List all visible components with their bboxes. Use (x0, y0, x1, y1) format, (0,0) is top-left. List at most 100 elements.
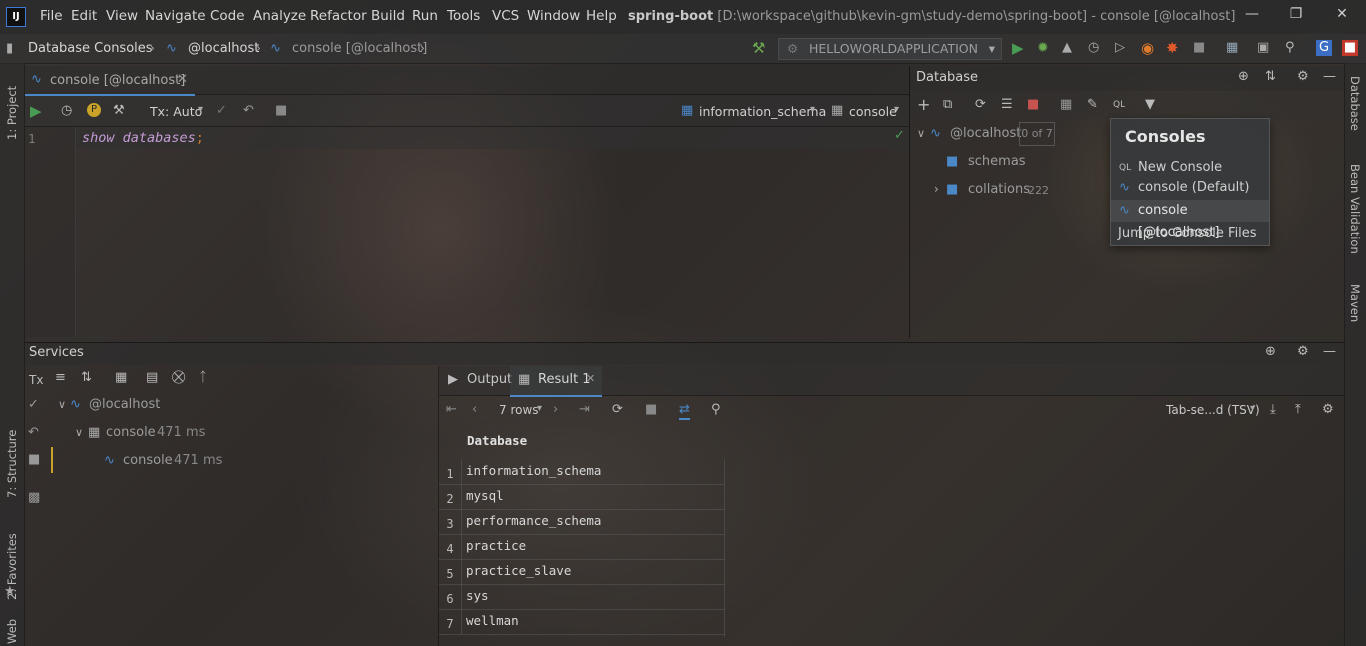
reload-icon[interactable]: ⟳ (612, 402, 623, 418)
add-service-icon[interactable]: ᛏ (199, 370, 207, 386)
download-icon[interactable]: ⤓ (1270, 402, 1276, 418)
menu-run[interactable]: Run (412, 8, 438, 24)
locate-icon[interactable]: ⊕ (1238, 69, 1249, 85)
menu-refactor[interactable]: Refactor (310, 8, 367, 24)
rollback-icon[interactable]: ↶ (28, 425, 39, 441)
menu-vcs[interactable]: VCS (492, 8, 519, 24)
table-cell[interactable]: practice (466, 534, 526, 558)
tree-node-collations[interactable]: collations (968, 182, 1030, 197)
jrebel-run-icon[interactable]: ◉ (1141, 40, 1154, 56)
transaction-mode-select[interactable]: Tx: Auto (150, 104, 202, 119)
structure-tool-window-tab[interactable]: 7: Structure (5, 420, 19, 498)
new-service-icon[interactable]: ▤ (146, 370, 158, 386)
run-configuration-select[interactable]: ⚙ HELLOWORLDAPPLICATION ▾ (778, 38, 1002, 60)
filter-tree-icon[interactable]: ⛒ (172, 370, 185, 386)
menu-code[interactable]: Code (210, 8, 245, 24)
history-icon[interactable]: ◷ (61, 103, 72, 119)
table-cell[interactable]: mysql (466, 484, 504, 508)
menu-file[interactable]: File (40, 8, 63, 24)
minimize-icon[interactable]: — (1242, 6, 1262, 26)
database-tool-window-tab[interactable]: Database (1348, 76, 1362, 142)
table-cell[interactable]: sys (466, 584, 489, 608)
menu-analyze[interactable]: Analyze (253, 8, 306, 24)
editor-tab-console[interactable]: ∿ console [@localhost] ✕ (25, 66, 195, 96)
table-row[interactable]: 3 performance_schema (439, 509, 725, 535)
copy-icon[interactable]: ⧉ (943, 97, 952, 113)
menu-tools[interactable]: Tools (447, 8, 480, 24)
bean-validation-tool-window-tab[interactable]: Bean Validation (1348, 164, 1362, 264)
table-row[interactable]: 5 practice_slave (439, 559, 725, 585)
pin-tab-icon[interactable]: ⚲ (711, 402, 721, 418)
table-cell[interactable]: information_schema (466, 459, 601, 483)
column-header[interactable]: Database (439, 427, 725, 459)
menu-view[interactable]: View (106, 8, 138, 24)
menu-edit[interactable]: Edit (71, 8, 97, 24)
add-icon[interactable]: + (917, 97, 930, 113)
execute-icon[interactable]: ▶ (30, 103, 42, 119)
tree-node-localhost[interactable]: @localhost (950, 126, 1021, 141)
cancel-query-icon[interactable]: ■ (645, 402, 657, 418)
translate-icon[interactable]: G (1316, 40, 1332, 56)
jump-to-console-icon[interactable]: QL (1113, 97, 1125, 113)
run-icon[interactable]: ▶ (1012, 40, 1024, 56)
schema-selector[interactable]: information_schema (699, 104, 826, 119)
table-row[interactable]: 1 information_schema (439, 459, 725, 485)
commit-icon[interactable]: ✓ (28, 397, 39, 413)
table-cell[interactable]: wellman (466, 609, 519, 633)
maven-tool-window-tab[interactable]: Maven (1348, 284, 1362, 336)
tab-output[interactable]: Output (467, 372, 512, 387)
settings-wrench-icon[interactable]: ⚒ (113, 103, 125, 119)
breadcrumb-database-consoles[interactable]: Database Consoles (28, 41, 153, 56)
terminal-icon[interactable]: ▣ (1257, 40, 1269, 56)
menu-build[interactable]: Build (371, 8, 405, 24)
chevron-down-icon[interactable]: ∨ (917, 127, 925, 140)
edit-icon[interactable]: ✎ (1087, 97, 1098, 113)
tab-result-1[interactable]: ▦ Result 1 ✕ (510, 366, 602, 397)
web-tool-window-tab[interactable]: Web (5, 616, 19, 644)
plugin-icon[interactable]: ■ (1342, 40, 1358, 56)
hide-icon[interactable]: — (1323, 344, 1336, 360)
table-row[interactable]: 7 wellman (439, 609, 725, 635)
service-node-console[interactable]: console (106, 425, 156, 440)
compare-icon[interactable]: ⇄ (679, 402, 690, 420)
upload-icon[interactable]: ⤒ (1295, 402, 1301, 418)
table-row[interactable]: 2 mysql (439, 484, 725, 510)
tree-node-schemas[interactable]: schemas (968, 154, 1026, 169)
breadcrumb-localhost[interactable]: @localhost (188, 41, 259, 56)
service-node-console-leaf[interactable]: console (123, 453, 173, 468)
disconnect-icon[interactable]: ■ (1027, 97, 1039, 113)
close-tab-icon[interactable]: ✕ (177, 72, 188, 87)
chevron-down-icon[interactable]: ∨ (58, 398, 66, 411)
layout-icon[interactable]: ▩ (28, 490, 40, 506)
explain-plan-icon[interactable]: P (87, 103, 101, 117)
table-cell[interactable]: performance_schema (466, 509, 601, 533)
debug-icon[interactable]: ✹ (1037, 40, 1049, 56)
stop-icon[interactable]: ■ (1193, 40, 1205, 56)
schema-sync-icon[interactable]: ☰ (1001, 97, 1013, 113)
previous-page-icon[interactable]: ‹ (472, 402, 477, 418)
chevron-down-icon[interactable]: ∨ (75, 426, 83, 439)
commit-icon[interactable]: ✓ (216, 103, 227, 119)
popup-item-new-console[interactable]: QL New Console (1111, 157, 1269, 179)
search-icon[interactable]: ⚲ (1285, 40, 1295, 56)
collapse-all-icon[interactable]: ⇅ (81, 370, 92, 386)
stop-icon[interactable]: ■ (28, 452, 40, 468)
profile-icon[interactable]: ◷ (1088, 40, 1099, 56)
popup-item-jump-to-console-files[interactable]: Jump to Console Files (1111, 223, 1269, 245)
chevron-right-icon[interactable]: › (934, 182, 939, 196)
export-format-select[interactable]: Tab-se...d (TSV) (1166, 403, 1260, 417)
maximize-icon[interactable]: ❐ (1286, 6, 1306, 26)
group-by-icon[interactable]: ▦ (115, 370, 127, 386)
menu-help[interactable]: Help (586, 8, 617, 24)
build-hammer-icon[interactable]: ⚒ (752, 40, 765, 56)
table-row[interactable]: 4 practice (439, 534, 725, 560)
session-selector[interactable]: console (849, 104, 897, 119)
rollback-icon[interactable]: ↶ (243, 103, 254, 119)
gear-icon[interactable]: ⚙ (1297, 344, 1309, 360)
breadcrumb-console[interactable]: console [@localhost] (292, 41, 427, 56)
gear-icon[interactable]: ⚙ (1297, 69, 1309, 85)
close-tab-icon[interactable]: ✕ (586, 372, 595, 385)
popup-item-console-default[interactable]: ∿ console (Default) (1111, 177, 1269, 199)
last-page-icon[interactable]: ⇥ (579, 402, 590, 418)
sql-editor[interactable]: show databases; (82, 130, 204, 146)
